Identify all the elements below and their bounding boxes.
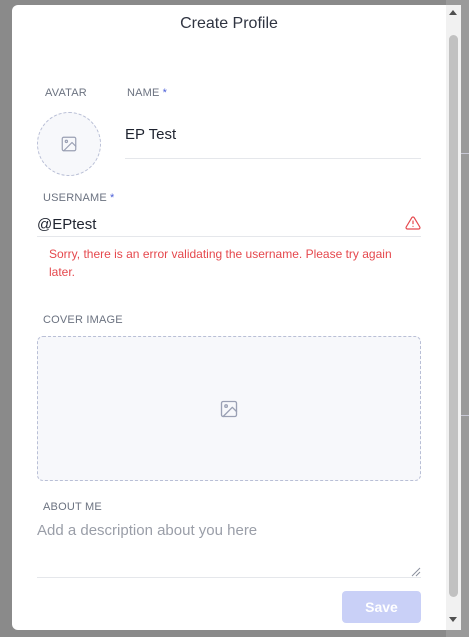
name-label-text: NAME (127, 87, 160, 99)
resize-grip-icon[interactable] (411, 567, 421, 577)
scroll-up-icon[interactable] (449, 10, 457, 15)
about-me-underline (37, 577, 421, 578)
about-me-label: ABOUT ME (43, 501, 102, 513)
modal-title: Create Profile (180, 15, 278, 32)
scrollbar-thumb[interactable] (449, 35, 458, 597)
required-mark: * (162, 87, 168, 99)
cover-image-upload[interactable] (37, 336, 421, 481)
image-icon (61, 136, 77, 152)
username-label-text: USERNAME (43, 192, 107, 204)
name-label: NAME * (127, 87, 167, 99)
name-input[interactable]: EP Test (125, 126, 176, 143)
cover-image-label: COVER IMAGE (43, 314, 123, 326)
required-mark: * (109, 192, 115, 204)
avatar-label: AVATAR (45, 87, 87, 99)
create-profile-modal: Create Profile AVATAR NAME * EP Test USER… (12, 5, 457, 630)
username-input[interactable]: @EPtest (37, 216, 96, 233)
name-underline (125, 158, 421, 159)
image-icon (220, 400, 238, 417)
username-error-message: Sorry, there is an error validating the … (49, 247, 392, 279)
username-underline (37, 236, 421, 237)
save-button[interactable]: Save (342, 591, 421, 623)
scroll-down-icon[interactable] (449, 617, 457, 622)
username-label: USERNAME * (43, 192, 114, 204)
about-me-textarea[interactable]: Add a description about you here (37, 522, 257, 539)
avatar-upload[interactable] (37, 112, 101, 176)
scrollbar[interactable] (446, 5, 461, 630)
warning-icon (405, 216, 421, 230)
